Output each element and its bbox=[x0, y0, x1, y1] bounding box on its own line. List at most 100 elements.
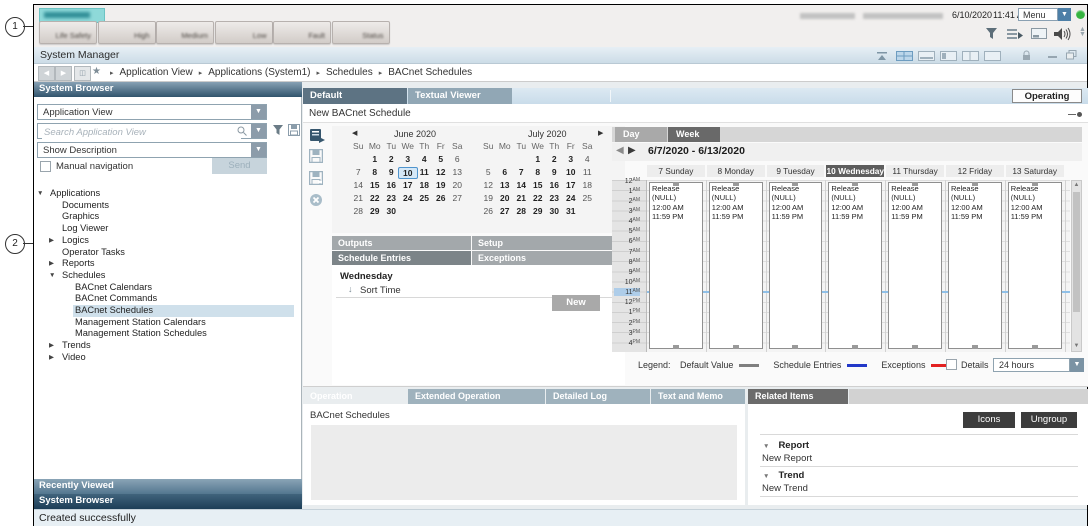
view-selector-arrow-icon[interactable]: ▼ bbox=[251, 105, 266, 119]
calendar-day-13[interactable]: 13 bbox=[449, 167, 466, 177]
ungroup-button[interactable]: Ungroup bbox=[1021, 412, 1077, 428]
layout-bottom-icon[interactable] bbox=[918, 51, 935, 61]
tree-item-trends[interactable]: ▶Trends bbox=[34, 340, 302, 352]
calendar-day-10[interactable]: 10 bbox=[398, 167, 419, 179]
speaker-icon[interactable] bbox=[1054, 27, 1072, 41]
tab-detailed-log[interactable]: Detailed Log bbox=[546, 389, 650, 404]
scroll-thumb[interactable] bbox=[1073, 192, 1080, 312]
save-icon[interactable] bbox=[309, 149, 325, 165]
tree-item-reports[interactable]: ▶Reports bbox=[34, 258, 302, 270]
tree-item-management-station-schedules[interactable]: Management Station Schedules bbox=[34, 328, 302, 340]
tab-operation[interactable]: Operation bbox=[303, 389, 407, 404]
manual-navigation-checkbox[interactable] bbox=[40, 161, 51, 172]
tree-expand-icon[interactable]: ▶ bbox=[49, 258, 54, 270]
calendar-day-25[interactable]: 25 bbox=[416, 193, 433, 203]
lock-icon[interactable] bbox=[1022, 50, 1031, 61]
related-item-new-trend[interactable]: New Trend bbox=[762, 483, 808, 494]
event-bottom-handle[interactable] bbox=[912, 345, 918, 349]
scroll-up-icon[interactable]: ▲ bbox=[1072, 181, 1081, 190]
calendar-day-31[interactable]: 31 bbox=[563, 206, 580, 216]
calendar-day-26[interactable]: 26 bbox=[480, 206, 497, 216]
filter-tree-icon[interactable] bbox=[272, 124, 284, 136]
schedule-event-card[interactable]: Release(NULL)12:00 AM11:59 PM bbox=[769, 182, 823, 349]
tree-item-management-station-calendars[interactable]: Management Station Calendars bbox=[34, 317, 302, 329]
calendar-day-14[interactable]: 14 bbox=[513, 180, 530, 190]
calendar-prev-icon[interactable]: ◀ bbox=[352, 129, 357, 137]
calendar-day-3[interactable]: 3 bbox=[400, 154, 417, 164]
week-column-header-7-sunday[interactable]: 7 Sunday bbox=[647, 165, 705, 177]
event-bottom-handle[interactable] bbox=[972, 345, 978, 349]
layout-pane-icon[interactable] bbox=[1031, 27, 1047, 40]
menu-dropdown[interactable]: Menu bbox=[1018, 8, 1058, 21]
layout-4pane-icon[interactable] bbox=[896, 51, 913, 61]
event-list-icon[interactable] bbox=[1007, 27, 1023, 40]
tree-item-video[interactable]: ▶Video bbox=[34, 352, 302, 364]
calendar-day-15[interactable]: 15 bbox=[530, 180, 547, 190]
breadcrumb-item[interactable]: Application View bbox=[120, 67, 193, 80]
scroll-down-icon[interactable]: ▼ bbox=[1072, 342, 1081, 351]
event-top-handle[interactable] bbox=[972, 182, 978, 186]
tree-item-bacnet-calendars[interactable]: BACnet Calendars bbox=[34, 282, 302, 294]
schedule-event-card[interactable]: Release(NULL)12:00 AM11:59 PM bbox=[649, 182, 703, 349]
favorite-star-icon[interactable]: ★ bbox=[92, 66, 101, 77]
tree-collapse-icon[interactable]: ▼ bbox=[49, 270, 55, 282]
calendar-day-1[interactable]: 1 bbox=[367, 154, 384, 164]
minimize-icon[interactable] bbox=[1048, 56, 1057, 58]
tab-textual-viewer[interactable]: Textual Viewer bbox=[408, 88, 512, 104]
save-as-icon[interactable] bbox=[309, 171, 325, 187]
calendar-day-24[interactable]: 24 bbox=[400, 193, 417, 203]
tree-expand-icon[interactable]: ▶ bbox=[49, 235, 54, 247]
tree-item-documents[interactable]: Documents bbox=[34, 200, 302, 212]
event-top-handle[interactable] bbox=[852, 182, 858, 186]
schedule-event-card[interactable]: Release(NULL)12:00 AM11:59 PM bbox=[828, 182, 882, 349]
time-range-arrow-icon[interactable]: ▼ bbox=[1070, 358, 1084, 372]
calendar-next-icon[interactable]: ▶ bbox=[598, 129, 603, 137]
calendar-day-30[interactable]: 30 bbox=[546, 206, 563, 216]
event-bottom-handle[interactable] bbox=[792, 345, 798, 349]
schedule-event-card[interactable]: Release(NULL)12:00 AM11:59 PM bbox=[888, 182, 942, 349]
view-selector-dropdown[interactable]: Application View▼ bbox=[37, 104, 267, 120]
calendar-day-4[interactable]: 4 bbox=[579, 154, 596, 164]
calendar-day-10[interactable]: 10 bbox=[563, 167, 580, 177]
tab-default[interactable]: Default bbox=[303, 88, 407, 104]
tree-item-applications[interactable]: ▼Applications bbox=[34, 188, 302, 200]
event-bottom-handle[interactable] bbox=[852, 345, 858, 349]
tab-extended-operation[interactable]: Extended Operation bbox=[408, 389, 545, 404]
system-browser-header[interactable]: System Browser bbox=[34, 82, 302, 97]
details-checkbox[interactable] bbox=[946, 359, 957, 370]
layout-left-icon[interactable] bbox=[940, 51, 957, 61]
layout-2col-icon[interactable] bbox=[962, 51, 979, 61]
calendar-day-29[interactable]: 29 bbox=[367, 206, 384, 216]
toolbar-button-fault[interactable]: Fault bbox=[273, 21, 331, 44]
prev-week-icon[interactable]: ◀ bbox=[616, 145, 624, 156]
related-group-report[interactable]: ▼Report bbox=[763, 440, 809, 451]
new-entry-button[interactable]: New bbox=[552, 295, 600, 311]
calendar-day-3[interactable]: 3 bbox=[563, 154, 580, 164]
tree-expand-icon[interactable]: ▶ bbox=[49, 340, 54, 352]
week-column-header-13-saturday[interactable]: 13 Saturday bbox=[1006, 165, 1064, 177]
tab-week[interactable]: Week bbox=[668, 127, 720, 142]
recently-viewed-bar[interactable]: Recently Viewed bbox=[34, 479, 302, 494]
filter-icon[interactable] bbox=[985, 27, 998, 40]
calendar-day-2[interactable]: 2 bbox=[546, 154, 563, 164]
calendar-day-13[interactable]: 13 bbox=[497, 180, 514, 190]
calendar-day-17[interactable]: 17 bbox=[563, 180, 580, 190]
week-column-header-9-tuesday[interactable]: 9 Tuesday bbox=[767, 165, 825, 177]
week-column-header-11-thursday[interactable]: 11 Thursday bbox=[886, 165, 944, 177]
calendar-day-21[interactable]: 21 bbox=[513, 193, 530, 203]
tree-item-operator-tasks[interactable]: Operator Tasks bbox=[34, 247, 302, 259]
tree-item-graphics[interactable]: Graphics bbox=[34, 211, 302, 223]
calendar-day-12[interactable]: 12 bbox=[433, 167, 450, 177]
restore-icon[interactable] bbox=[1066, 50, 1077, 60]
calendar-day-20[interactable]: 20 bbox=[449, 180, 466, 190]
collapse-panel-icon[interactable] bbox=[876, 51, 888, 61]
history-button[interactable]: ◫ bbox=[74, 66, 91, 81]
event-top-handle[interactable] bbox=[792, 182, 798, 186]
related-item-new-report[interactable]: New Report bbox=[762, 453, 812, 464]
calendar-day-9[interactable]: 9 bbox=[546, 167, 563, 177]
breadcrumb-item[interactable]: BACnet Schedules bbox=[388, 67, 472, 80]
calendar-day-28[interactable]: 28 bbox=[513, 206, 530, 216]
toolbar-button-low[interactable]: Low bbox=[215, 21, 273, 44]
tab-related-items[interactable]: Related Items bbox=[748, 389, 848, 404]
week-column-header-8-monday[interactable]: 8 Monday bbox=[707, 165, 765, 177]
